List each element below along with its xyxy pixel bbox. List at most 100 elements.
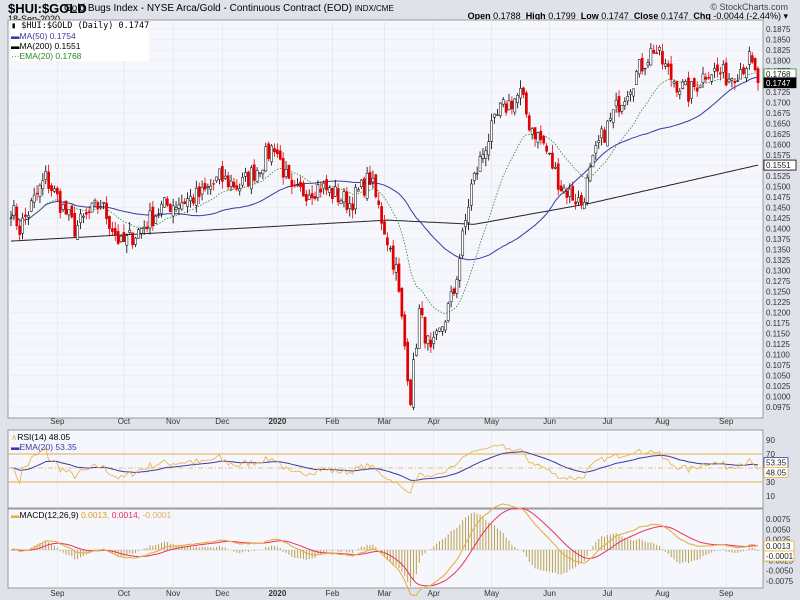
candle-body <box>435 330 438 335</box>
candle-body <box>192 197 195 204</box>
candle-body <box>209 185 213 190</box>
candle-body <box>614 99 618 107</box>
candle-body <box>276 149 279 155</box>
candle-body <box>177 204 181 209</box>
macd-tick-label: 0.0075 <box>766 515 791 524</box>
candle-body <box>53 188 56 192</box>
month-label-top: 2020 <box>268 417 286 426</box>
candle-body <box>212 183 216 185</box>
candle-body <box>368 172 372 185</box>
candle-body <box>663 63 667 67</box>
price-panel <box>7 19 764 419</box>
candle-body <box>617 96 621 113</box>
candle-body <box>145 226 149 230</box>
candle-body <box>432 336 436 344</box>
candle-body <box>504 103 508 113</box>
candle-body <box>35 192 39 195</box>
month-label-bottom: Apr <box>427 589 440 598</box>
candle-body <box>29 200 33 212</box>
candle-body <box>739 69 742 80</box>
candle-body <box>287 164 291 179</box>
candle-body <box>125 235 129 246</box>
candle-body <box>591 155 595 168</box>
candle-body <box>574 201 577 205</box>
candle-body <box>108 216 111 229</box>
candle-body <box>82 215 85 218</box>
candle-body <box>310 193 314 199</box>
candle-body <box>516 95 520 104</box>
y-tick-label: 0.1300 <box>766 267 791 276</box>
candle-body <box>128 229 132 233</box>
candle-body <box>281 158 285 178</box>
candle-body <box>687 77 690 102</box>
legend-price: ▮ $HUI:$GOLD (Daily) 0.1747 <box>11 21 150 31</box>
legend-ema20-text: EMA(20) 0.1768 <box>19 51 82 61</box>
candle-body <box>79 213 82 224</box>
candle-body <box>733 80 737 84</box>
candle-body <box>105 202 108 220</box>
candle-body <box>90 202 94 213</box>
y-tick-label: 0.1200 <box>766 309 791 318</box>
y-tick-label: 0.1400 <box>766 225 791 234</box>
month-label-bottom: May <box>484 589 499 598</box>
candle-body <box>635 71 638 86</box>
candle-body <box>380 206 383 224</box>
candle-body <box>632 88 635 97</box>
candle-body <box>556 163 560 190</box>
candle-body <box>692 78 696 87</box>
rsi-tick-label: 30 <box>766 478 775 487</box>
candle-body <box>678 91 682 95</box>
candle-body <box>620 105 624 112</box>
candle-body <box>47 171 50 189</box>
candle-body <box>76 225 79 240</box>
candle-body <box>562 187 566 192</box>
candle-body <box>307 194 311 200</box>
candle-body <box>244 172 247 177</box>
candle-body <box>258 172 262 174</box>
candle-body <box>412 359 415 408</box>
candle-body <box>252 164 256 181</box>
candle-body <box>478 156 482 172</box>
candle-body <box>139 228 143 234</box>
candle-body <box>553 166 557 169</box>
candle-body <box>55 187 59 195</box>
candle-body <box>359 179 363 188</box>
candle-body <box>730 78 734 81</box>
month-label-top: Jun <box>543 417 556 426</box>
candle-body <box>496 114 499 116</box>
month-label-bottom: Feb <box>325 589 339 598</box>
candle-body <box>391 245 395 270</box>
candle-body <box>588 166 592 182</box>
candle-body <box>461 230 465 256</box>
candle-body <box>449 291 453 302</box>
candle-body <box>484 150 488 159</box>
candle-body <box>640 57 644 72</box>
y-tick-label: 0.1425 <box>766 214 791 223</box>
candle-body <box>397 263 401 292</box>
candle-body <box>420 307 424 315</box>
legend-macd-hist: -0.0001 <box>142 510 172 520</box>
candle-body <box>753 58 757 71</box>
candle-body <box>148 210 152 229</box>
legend-rsi-text: RSI(14) 48.05 <box>17 432 71 442</box>
candle-body <box>27 215 30 218</box>
candle-body <box>493 113 496 118</box>
candle-body <box>137 229 140 239</box>
candle-body <box>475 172 479 175</box>
candle-body <box>38 185 42 197</box>
y-tick-label: 0.1850 <box>766 36 791 45</box>
y-tick-label: 0.1050 <box>766 372 791 381</box>
candle-body <box>247 171 250 186</box>
candle-body <box>666 63 670 67</box>
candle-body <box>203 183 207 190</box>
candle-body <box>50 185 53 192</box>
y-tick-label: 0.1225 <box>766 298 791 307</box>
candle-body <box>597 140 601 143</box>
candle-body <box>9 217 13 220</box>
candle-body <box>498 102 502 116</box>
candle-body <box>400 287 404 317</box>
rsi-tick-label: 90 <box>766 436 775 445</box>
candle-body <box>481 154 485 159</box>
y-tick-label: 0.1000 <box>766 393 791 402</box>
candle-body <box>446 303 450 321</box>
